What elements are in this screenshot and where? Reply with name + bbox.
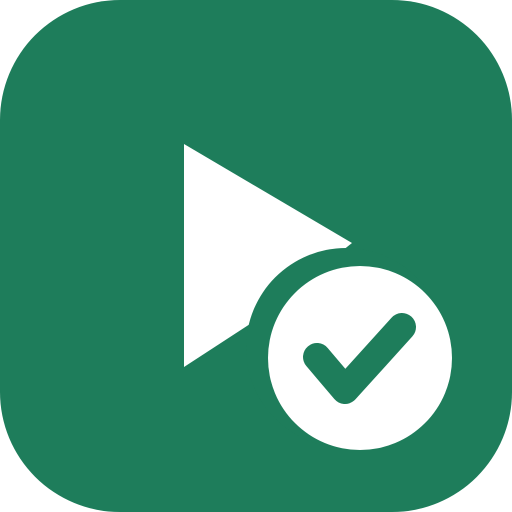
- app-icon[interactable]: [0, 0, 512, 512]
- app-icon-graphic: [0, 0, 512, 512]
